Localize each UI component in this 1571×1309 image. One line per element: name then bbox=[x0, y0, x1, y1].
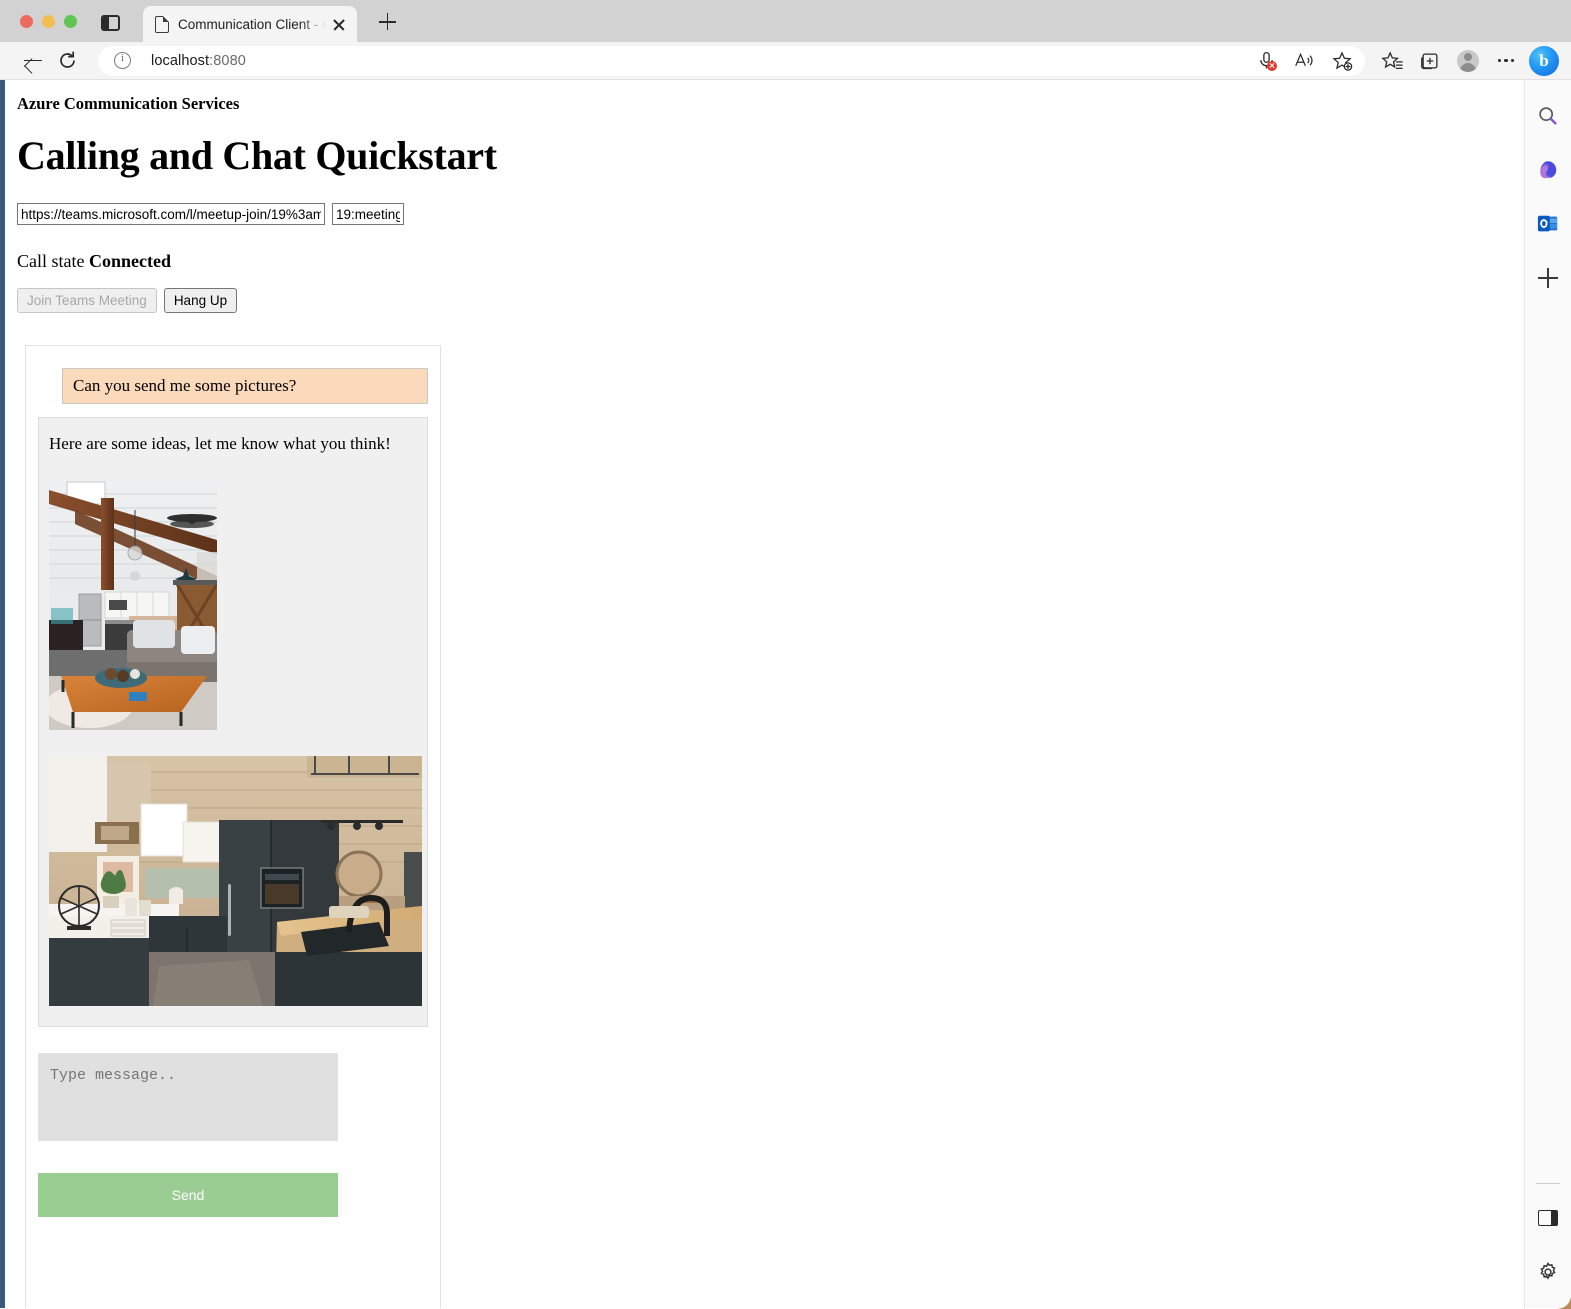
hang-up-button[interactable]: Hang Up bbox=[163, 288, 238, 313]
collections-button[interactable] bbox=[1413, 46, 1447, 76]
copilot-button[interactable]: b bbox=[1527, 45, 1561, 76]
address-bar[interactable]: localhost:8080 bbox=[98, 45, 1365, 76]
kitchen-photo bbox=[49, 756, 422, 1006]
browser-window: Communication Client - Calling localhost… bbox=[0, 0, 1571, 1309]
outlook-icon bbox=[1537, 215, 1558, 232]
join-teams-meeting-button[interactable]: Join Teams Meeting bbox=[17, 288, 157, 313]
favorites-button[interactable] bbox=[1375, 46, 1409, 76]
add-app-icon bbox=[1538, 268, 1558, 288]
copilot-icon: b bbox=[1529, 45, 1559, 76]
chat-message-text: Here are some ideas, let me know what yo… bbox=[49, 434, 391, 453]
meeting-inputs-row bbox=[17, 203, 1524, 225]
profile-icon bbox=[1457, 49, 1479, 72]
call-state-value: Connected bbox=[88, 251, 171, 271]
address-bar-actions bbox=[1249, 46, 1359, 76]
edge-sidebar bbox=[1524, 80, 1571, 1308]
reload-icon bbox=[57, 50, 78, 71]
navigation-toolbar: localhost:8080 bbox=[0, 42, 1571, 80]
brand-title: Azure Communication Services bbox=[17, 94, 240, 113]
page-icon bbox=[155, 15, 169, 33]
content-area: Azure Communication Services Calling and… bbox=[0, 80, 1571, 1308]
sidebar-outlook-button[interactable] bbox=[1530, 206, 1566, 242]
call-controls: Join Teams Meeting Hang Up bbox=[17, 288, 1524, 313]
teams-meeting-id-input[interactable] bbox=[332, 203, 404, 225]
search-icon bbox=[1539, 107, 1557, 125]
sidebar-microsoft-365-button[interactable] bbox=[1530, 152, 1566, 188]
teams-meeting-link-input[interactable] bbox=[17, 203, 325, 225]
settings-and-more-button[interactable] bbox=[1489, 46, 1523, 76]
browser-toolbar-actions: b bbox=[1375, 45, 1561, 76]
sidebar-search-button[interactable] bbox=[1530, 98, 1566, 134]
window-controls bbox=[0, 15, 77, 42]
minimize-window-button[interactable] bbox=[42, 15, 55, 28]
chat-message-input[interactable] bbox=[38, 1053, 338, 1141]
chat-message-received: Here are some ideas, let me know what yo… bbox=[38, 417, 428, 1027]
sidebar-divider bbox=[1536, 1183, 1560, 1184]
address-host: localhost bbox=[151, 52, 210, 69]
back-button[interactable] bbox=[16, 46, 50, 76]
close-window-button[interactable] bbox=[20, 15, 33, 28]
call-state-line: Call state Connected bbox=[17, 251, 1524, 272]
address-bar-text: localhost:8080 bbox=[151, 53, 246, 69]
settings-gear-icon bbox=[1540, 1262, 1556, 1280]
tab-title: Communication Client - Calling bbox=[178, 16, 327, 32]
browser-tab[interactable]: Communication Client - Calling bbox=[143, 6, 357, 42]
chat-message-text: Can you send me some pictures? bbox=[73, 376, 297, 395]
reload-button[interactable] bbox=[50, 46, 84, 76]
sidebar-settings-button[interactable] bbox=[1530, 1254, 1566, 1290]
chat-panel: Can you send me some pictures? Here are … bbox=[25, 345, 441, 1308]
maximize-window-button[interactable] bbox=[64, 15, 77, 28]
settings-and-more-icon bbox=[1497, 58, 1515, 63]
sidebar-add-app-button[interactable] bbox=[1530, 260, 1566, 296]
tab-strip: Communication Client - Calling bbox=[0, 0, 1571, 42]
web-page: Azure Communication Services Calling and… bbox=[0, 80, 1524, 1308]
tab-actions-icon bbox=[101, 15, 120, 31]
close-tab-button[interactable] bbox=[329, 14, 349, 34]
tab-actions-button[interactable] bbox=[77, 15, 120, 42]
microphone-muted-badge bbox=[1267, 60, 1277, 71]
add-to-favorites-button[interactable] bbox=[1325, 46, 1359, 76]
back-icon bbox=[22, 50, 44, 72]
profile-button[interactable] bbox=[1451, 46, 1485, 76]
living-room-photo bbox=[49, 480, 217, 730]
new-tab-button[interactable] bbox=[369, 4, 405, 40]
chat-message-sent: Can you send me some pictures? bbox=[62, 368, 428, 404]
send-message-button[interactable]: Send bbox=[38, 1173, 338, 1217]
site-information-icon[interactable] bbox=[114, 52, 131, 69]
call-state-label: Call state bbox=[17, 251, 85, 271]
microsoft-365-icon bbox=[1540, 161, 1557, 179]
address-port: :8080 bbox=[209, 52, 246, 69]
split-screen-icon bbox=[1538, 1210, 1558, 1226]
read-aloud-button[interactable] bbox=[1287, 46, 1321, 76]
microphone-muted-button[interactable] bbox=[1249, 46, 1283, 76]
sidebar-split-screen-button[interactable] bbox=[1530, 1200, 1566, 1236]
page-title: Calling and Chat Quickstart bbox=[17, 133, 497, 178]
